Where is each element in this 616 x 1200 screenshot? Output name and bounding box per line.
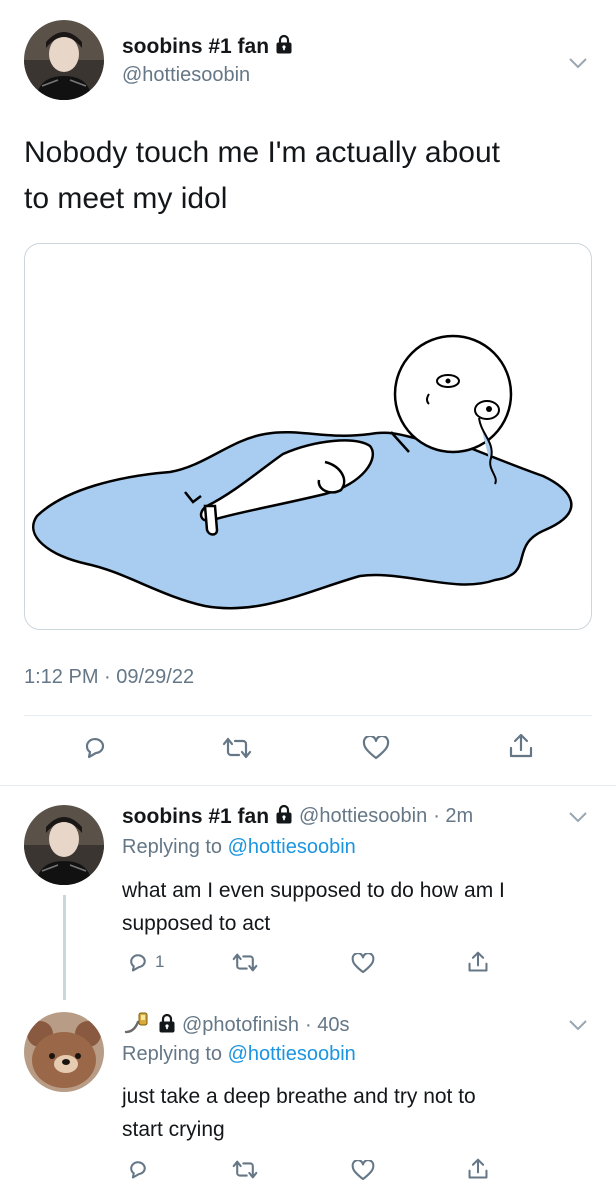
replying-to: Replying to @hottiesoobin xyxy=(122,836,356,859)
display-name[interactable]: soobins #1 fan xyxy=(122,35,269,59)
tweet-timestamp[interactable]: 1:12 PM · 09/29/22 xyxy=(24,666,194,689)
tweet-text-line: what am I even supposed to do how am I xyxy=(122,879,505,902)
lock-icon xyxy=(275,804,293,829)
tweet-text-line: to meet my idol xyxy=(24,182,228,215)
avatar[interactable] xyxy=(24,1012,104,1092)
reply-count: 1 xyxy=(155,952,165,971)
retweet-icon[interactable] xyxy=(222,736,252,760)
share-icon[interactable] xyxy=(508,732,534,760)
avatar[interactable] xyxy=(24,805,104,885)
handle[interactable]: @hottiesoobin xyxy=(299,805,427,828)
section-divider xyxy=(0,785,616,786)
tweet-text: what am I even supposed to do how am I s… xyxy=(122,874,505,940)
share-icon[interactable] xyxy=(467,950,489,974)
chevron-down-icon[interactable] xyxy=(568,810,588,829)
meme-image xyxy=(32,334,573,610)
sparkle-icon xyxy=(122,1010,152,1041)
tweet-text: Nobody touch me I'm actually about to me… xyxy=(24,130,500,222)
tweet-media[interactable] xyxy=(24,243,592,630)
replying-to-label: Replying to xyxy=(122,1043,228,1065)
like-icon[interactable] xyxy=(351,953,375,974)
tweet-age: · 2m xyxy=(433,805,474,827)
reply-icon[interactable] xyxy=(82,734,108,760)
tweet-text-line: start crying xyxy=(122,1118,225,1141)
divider xyxy=(24,715,592,716)
handle[interactable]: @photofinish xyxy=(182,1014,299,1037)
reply-button[interactable]: 1 xyxy=(127,951,164,973)
like-icon[interactable] xyxy=(351,1160,375,1181)
tweet-text-line: supposed to act xyxy=(122,912,271,935)
replying-to-link[interactable]: @hottiesoobin xyxy=(228,836,356,858)
share-icon[interactable] xyxy=(467,1157,489,1181)
reply-icon xyxy=(127,951,149,973)
chevron-down-icon[interactable] xyxy=(568,1018,588,1037)
replying-to-label: Replying to xyxy=(122,836,228,858)
like-icon[interactable] xyxy=(362,736,390,760)
tweet-text-line: just take a deep breathe and try not to xyxy=(122,1085,476,1108)
display-name[interactable]: soobins #1 fan xyxy=(122,805,269,829)
replying-to: Replying to @hottiesoobin xyxy=(122,1043,356,1066)
tweet-text-line: Nobody touch me I'm actually about xyxy=(24,136,500,169)
tweet-age: · 40s xyxy=(305,1014,350,1036)
replying-to-link[interactable]: @hottiesoobin xyxy=(228,1043,356,1065)
lock-icon xyxy=(158,1013,176,1038)
tweet-text: just take a deep breathe and try not to … xyxy=(122,1080,476,1146)
handle[interactable]: @hottiesoobin xyxy=(122,64,250,87)
thread-line xyxy=(63,895,66,1000)
lock-icon xyxy=(275,34,293,59)
retweet-icon[interactable] xyxy=(232,952,258,973)
chevron-down-icon[interactable] xyxy=(568,56,588,75)
avatar[interactable] xyxy=(24,20,104,100)
reply-icon[interactable] xyxy=(127,1158,149,1180)
retweet-icon[interactable] xyxy=(232,1159,258,1180)
